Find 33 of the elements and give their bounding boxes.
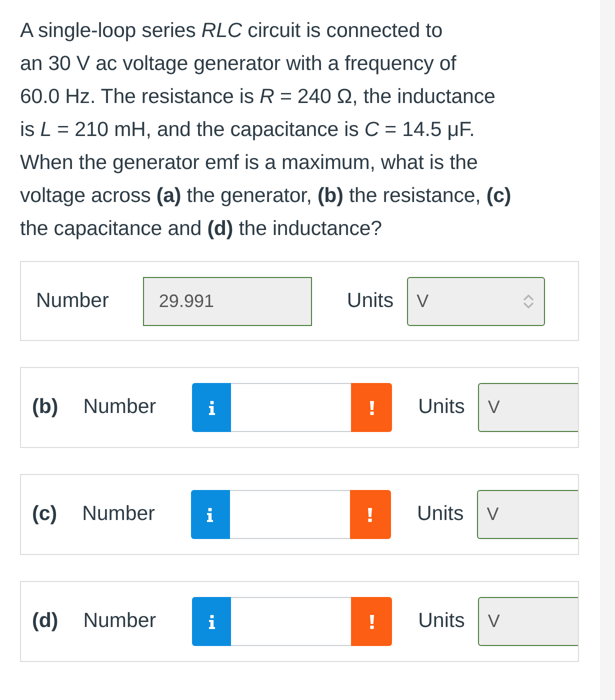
info-icon	[208, 614, 216, 628]
number-label: Number	[82, 501, 155, 528]
updown-chevron-icon	[522, 294, 535, 308]
number-label: Number	[36, 288, 109, 314]
units-label: Units	[418, 608, 465, 634]
warning-button[interactable]	[351, 383, 392, 432]
number-label: Number	[83, 394, 156, 420]
exclamation-icon	[368, 400, 376, 414]
units-select[interactable]: V	[476, 490, 578, 539]
units-select[interactable]: V	[478, 597, 578, 646]
info-button[interactable]	[192, 597, 232, 646]
exclamation-icon	[368, 614, 376, 628]
exclamation-icon	[366, 508, 374, 522]
info-button[interactable]	[190, 490, 230, 539]
info-button[interactable]	[192, 383, 232, 432]
number-input[interactable]	[230, 490, 350, 539]
units-label: Units	[416, 501, 464, 528]
question-text: A single-loop series RLC circuit is connected to an 30 V ac voltage generator with a frequency of 60.0 Hz. The resistance is R = 240 Ω, the inductance is L = 210 mH, and the capacitance is C = 14.5 μF. When the generator emf is a maximum, what is the voltage across (a) the generator, (b) the resistance, (c) the capacitance and (d) the inductance?	[20, 18, 512, 242]
warning-button[interactable]	[350, 490, 391, 539]
number-input[interactable]	[231, 597, 352, 646]
units-label: Units	[346, 288, 394, 314]
info-icon	[206, 508, 214, 522]
units-label: Units	[418, 394, 465, 420]
number-input[interactable]	[231, 383, 352, 432]
units-select[interactable]: V	[406, 276, 545, 326]
warning-button[interactable]	[351, 597, 392, 646]
part-label: (c)	[32, 501, 58, 528]
number-input[interactable]: 29.991	[142, 276, 312, 326]
units-select[interactable]: V	[478, 383, 578, 432]
info-icon	[208, 400, 216, 414]
part-label: (d)	[32, 608, 58, 634]
part-label: (b)	[32, 394, 58, 420]
number-label: Number	[83, 608, 156, 634]
